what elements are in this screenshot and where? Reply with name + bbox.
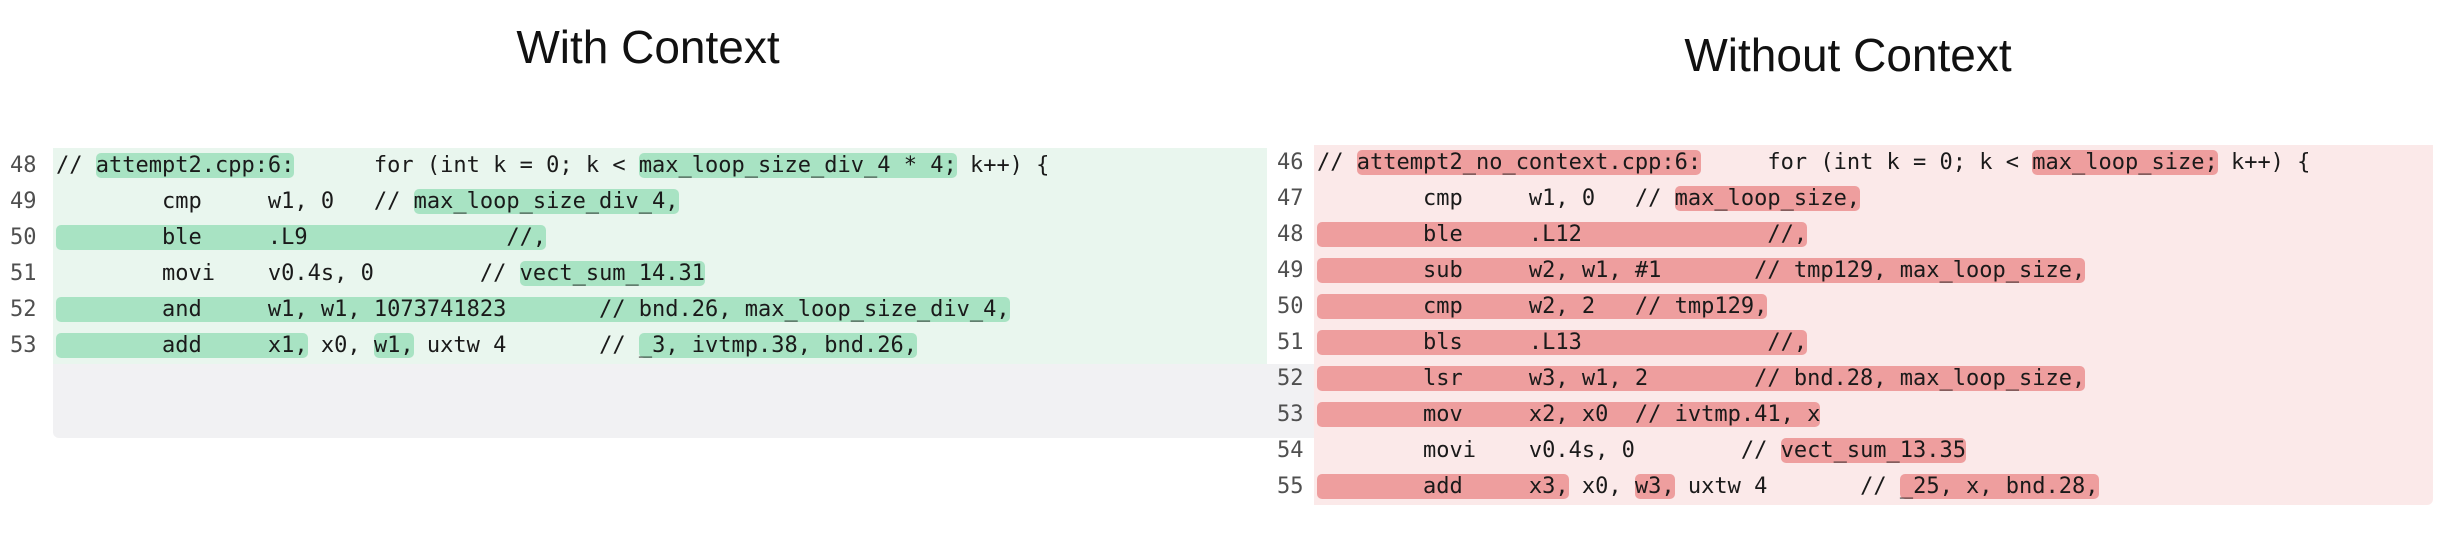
highlighted-code-token: max_loop_size,	[1674, 186, 1861, 211]
code-line: and w1, w1, 1073741823 // bnd.26, max_lo…	[56, 292, 1010, 328]
code-token: uxtw 4 //	[413, 333, 639, 358]
code-line: mov x2, x0 // ivtmp.41, x	[1317, 397, 1821, 433]
highlighted-code-token: bls .L13 //,	[1317, 330, 1808, 355]
line-number: 48	[1277, 222, 1304, 247]
code-line: cmp w1, 0 // max_loop_size,	[1317, 181, 1861, 217]
highlighted-code-token: sub w2, w1, #1 // tmp129, max_loop_size,	[1317, 258, 2086, 283]
highlighted-code-token: cmp w2, 2 // tmp129,	[1317, 294, 1768, 319]
line-number: 48	[10, 153, 37, 178]
highlighted-code-token: w1,	[373, 333, 414, 358]
highlighted-code-token: add x1,	[56, 333, 308, 358]
line-number: 53	[10, 333, 37, 358]
highlighted-code-token: ble .L12 //,	[1317, 222, 1808, 247]
highlighted-code-token: max_loop_size_div_4,	[413, 189, 679, 214]
line-number: 50	[10, 225, 37, 250]
code-line: sub w2, w1, #1 // tmp129, max_loop_size,	[1317, 253, 2086, 289]
line-number: 55	[1277, 474, 1304, 499]
highlighted-code-token: add x3,	[1317, 474, 1569, 499]
code-line: // attempt2.cpp:6: for (int k = 0; k < m…	[56, 148, 1049, 184]
line-number: 52	[1277, 366, 1304, 391]
line-number: 47	[1277, 186, 1304, 211]
line-number: 46	[1277, 150, 1304, 175]
code-line: cmp w1, 0 // max_loop_size_div_4,	[56, 184, 679, 220]
code-line: add x3, x0, w3, uxtw 4 // _25, x, bnd.28…	[1317, 469, 2099, 505]
code-row: 48 ble .L12 //,	[1267, 217, 2433, 253]
highlighted-code-token: max_loop_size_div_4 * 4;	[638, 153, 957, 178]
code-token: x0,	[1568, 474, 1635, 499]
highlighted-code-token: w3,	[1634, 474, 1675, 499]
code-line: bls .L13 //,	[1317, 325, 1808, 361]
highlighted-code-token: mov x2, x0 // ivtmp.41, x	[1317, 402, 1821, 427]
code-line: ble .L9 //,	[56, 220, 547, 256]
code-line: cmp w2, 2 // tmp129,	[1317, 289, 1768, 325]
code-row: 50 ble .L9 //,	[0, 220, 1267, 256]
code-row: 52 lsr w3, w1, 2 // bnd.28, max_loop_siz…	[1267, 361, 2433, 397]
highlighted-code-token: attempt2.cpp:6:	[95, 153, 295, 178]
code-line: ble .L12 //,	[1317, 217, 1808, 253]
code-row: 55 add x3, x0, w3, uxtw 4 // _25, x, bnd…	[1267, 469, 2433, 505]
highlighted-code-token: vect_sum_13.35	[1780, 438, 1967, 463]
code-line: movi v0.4s, 0 // vect_sum_13.35	[1317, 433, 1967, 469]
line-number: 49	[1277, 258, 1304, 283]
code-line: movi v0.4s, 0 // vect_sum_14.31	[56, 256, 706, 292]
code-token: cmp w1, 0 //	[1317, 186, 1675, 211]
code-line: add x1, x0, w1, uxtw 4 // _3, ivtmp.38, …	[56, 328, 917, 364]
title-with-context: With Context	[516, 21, 780, 73]
code-row: 53 mov x2, x0 // ivtmp.41, x	[1267, 397, 2433, 433]
line-number: 51	[1277, 330, 1304, 355]
code-token: k++) {	[956, 153, 1050, 178]
highlighted-code-token: vect_sum_14.31	[519, 261, 706, 286]
code-token: //	[56, 153, 96, 178]
code-line: lsr w3, w1, 2 // bnd.28, max_loop_size,	[1317, 361, 2086, 397]
code-row: 54 movi v0.4s, 0 // vect_sum_13.35	[1267, 433, 2433, 469]
code-token: k++) {	[2217, 150, 2311, 175]
line-number: 50	[1277, 294, 1304, 319]
highlighted-code-token: _25, x, bnd.28,	[1899, 474, 2099, 499]
highlighted-code-token: _3, ivtmp.38, bnd.26,	[638, 333, 917, 358]
code-row: 51 movi v0.4s, 0 // vect_sum_14.31	[0, 256, 1267, 292]
code-row: 51 bls .L13 //,	[1267, 325, 2433, 361]
code-token: for (int k = 0; k <	[1701, 150, 2033, 175]
highlighted-code-token: max_loop_size;	[2032, 150, 2218, 175]
code-token: //	[1317, 150, 1357, 175]
line-number: 52	[10, 297, 37, 322]
code-token: uxtw 4 //	[1674, 474, 1900, 499]
code-row: 50 cmp w2, 2 // tmp129,	[1267, 289, 2433, 325]
code-panel-without-context: 46 // attempt2_no_context.cpp:6: for (int…	[1267, 145, 2433, 505]
empty-diff-area	[53, 364, 1320, 438]
code-row: 53 add x1, x0, w1, uxtw 4 // _3, ivtmp.3…	[0, 328, 1267, 364]
line-number: 54	[1277, 438, 1304, 463]
highlighted-code-token: and w1, w1, 1073741823 // bnd.26, max_lo…	[56, 297, 1010, 322]
code-row: 49 cmp w1, 0 // max_loop_size_div_4,	[0, 184, 1267, 220]
code-row: 49 sub w2, w1, #1 // tmp129, max_loop_si…	[1267, 253, 2433, 289]
code-token: x0,	[307, 333, 374, 358]
code-token: movi v0.4s, 0 //	[56, 261, 520, 286]
title-without-context: Without Context	[1684, 29, 2012, 81]
line-number: 53	[1277, 402, 1304, 427]
code-line: // attempt2_no_context.cpp:6: for (int k…	[1317, 145, 2310, 181]
highlighted-code-token: lsr w3, w1, 2 // bnd.28, max_loop_size,	[1317, 366, 2086, 391]
highlighted-code-token: attempt2_no_context.cpp:6:	[1356, 150, 1702, 175]
highlighted-code-token: ble .L9 //,	[56, 225, 547, 250]
code-token: for (int k = 0; k <	[294, 153, 639, 178]
line-number: 49	[10, 189, 37, 214]
code-panel-with-context: 48 // attempt2.cpp:6: for (int k = 0; k <…	[0, 148, 1320, 438]
line-number: 51	[10, 261, 37, 286]
code-row: 48 // attempt2.cpp:6: for (int k = 0; k <…	[0, 148, 1267, 184]
code-row: 46 // attempt2_no_context.cpp:6: for (int…	[1267, 145, 2433, 181]
code-token: cmp w1, 0 //	[56, 189, 414, 214]
code-token: movi v0.4s, 0 //	[1317, 438, 1781, 463]
code-row: 47 cmp w1, 0 // max_loop_size,	[1267, 181, 2433, 217]
code-row: 52 and w1, w1, 1073741823 // bnd.26, max…	[0, 292, 1267, 328]
